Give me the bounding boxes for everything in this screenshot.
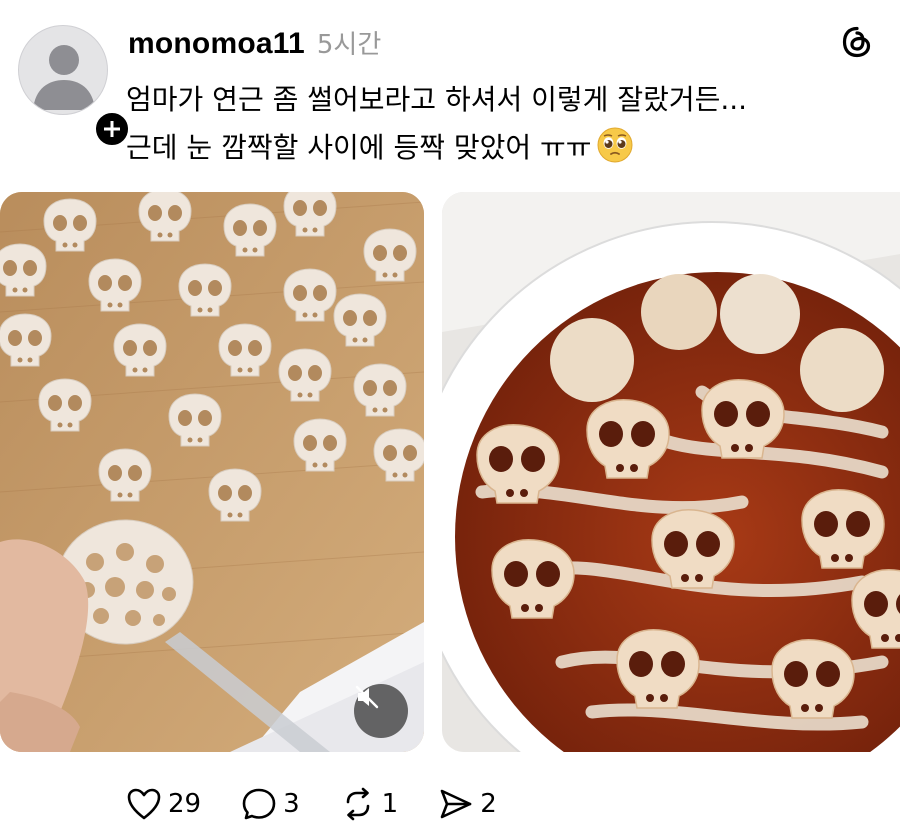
speech-bubble-icon xyxy=(242,788,276,820)
reply-button[interactable]: 3 xyxy=(241,787,300,821)
post-action-bar: 29 3 1 2 xyxy=(126,782,537,826)
post-caption: 엄마가 연근 좀 썰어보라고 하셔서 이렇게 잘랐거든... 근데 눈 깜짝할 … xyxy=(126,76,886,172)
mute-toggle-button[interactable] xyxy=(354,684,408,738)
caption-line-2-text: 근데 눈 깜짝할 사이에 등짝 맞았어 ㅠㅠ xyxy=(126,131,592,164)
speaker-muted-icon xyxy=(355,685,379,709)
send-icon xyxy=(440,789,472,819)
post-video[interactable] xyxy=(0,192,424,752)
default-avatar-icon xyxy=(33,45,95,110)
avatar[interactable] xyxy=(18,25,108,115)
plus-icon xyxy=(104,121,120,137)
share-button[interactable]: 2 xyxy=(438,787,497,821)
post-header: monomoa11 5시간 xyxy=(128,24,381,62)
like-count: 29 xyxy=(168,789,202,819)
threads-logo-icon[interactable] xyxy=(840,25,874,59)
heart-icon xyxy=(127,788,161,820)
like-button[interactable]: 29 xyxy=(126,787,201,821)
caption-line-1: 엄마가 연근 좀 썰어보라고 하셔서 이렇게 잘랐거든... xyxy=(126,83,748,116)
photo-image xyxy=(442,192,900,752)
video-thumbnail-image xyxy=(0,192,424,752)
repost-button[interactable]: 1 xyxy=(340,787,399,821)
avatar-container[interactable] xyxy=(18,25,132,149)
repost-icon xyxy=(346,787,369,821)
post-timestamp[interactable]: 5시간 xyxy=(317,24,381,61)
share-count: 2 xyxy=(480,789,497,819)
thread-post: monomoa11 5시간 엄마가 연근 좀 썰어보라고 하셔서 이렇게 잘랐거… xyxy=(0,0,900,836)
post-photo[interactable] xyxy=(442,192,900,752)
reply-count: 3 xyxy=(283,789,300,819)
pleading-face-emoji-icon xyxy=(597,127,633,163)
repost-count: 1 xyxy=(381,789,399,819)
username-link[interactable]: monomoa11 xyxy=(128,27,305,61)
caption-line-2: 근데 눈 깜짝할 사이에 등짝 맞았어 ㅠㅠ xyxy=(126,124,886,172)
